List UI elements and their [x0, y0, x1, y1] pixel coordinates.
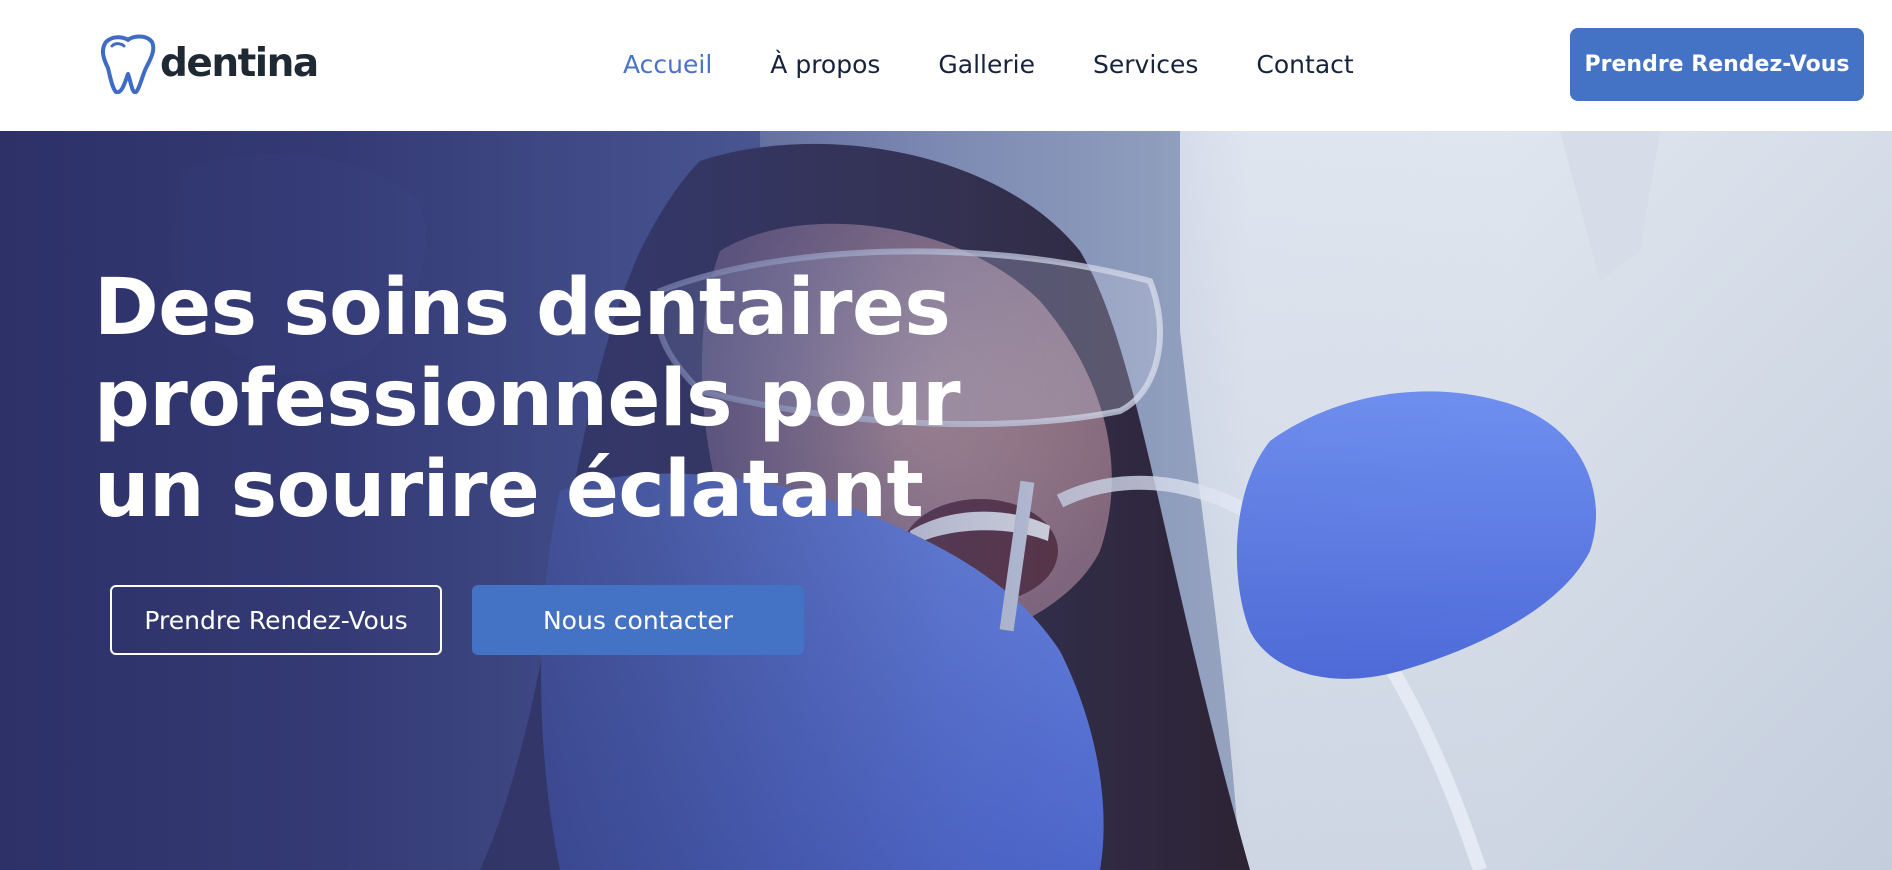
tooth-icon [100, 34, 156, 94]
brand-logo[interactable]: dentina [98, 32, 319, 94]
main-nav: Accueil À propos Gallerie Services Conta… [623, 44, 1354, 84]
nav-item-a-propos[interactable]: À propos [770, 50, 880, 79]
nav-item-gallerie[interactable]: Gallerie [938, 50, 1035, 79]
nav-item-contact[interactable]: Contact [1256, 50, 1353, 79]
site-header: dentina Accueil À propos Gallerie Servic… [0, 0, 1892, 131]
header-appointment-button[interactable]: Prendre Rendez-Vous [1570, 28, 1864, 101]
hero-section: Des soins dentaires professionnels pour … [0, 131, 1892, 870]
nav-item-services[interactable]: Services [1093, 50, 1198, 79]
hero-contact-button[interactable]: Nous contacter [472, 585, 804, 655]
nav-item-accueil[interactable]: Accueil [623, 50, 712, 79]
hero-title: Des soins dentaires professionnels pour … [94, 263, 961, 535]
page: dentina Accueil À propos Gallerie Servic… [0, 0, 1892, 870]
hero-appointment-button[interactable]: Prendre Rendez-Vous [110, 585, 442, 655]
brand-name: dentina [160, 40, 319, 86]
